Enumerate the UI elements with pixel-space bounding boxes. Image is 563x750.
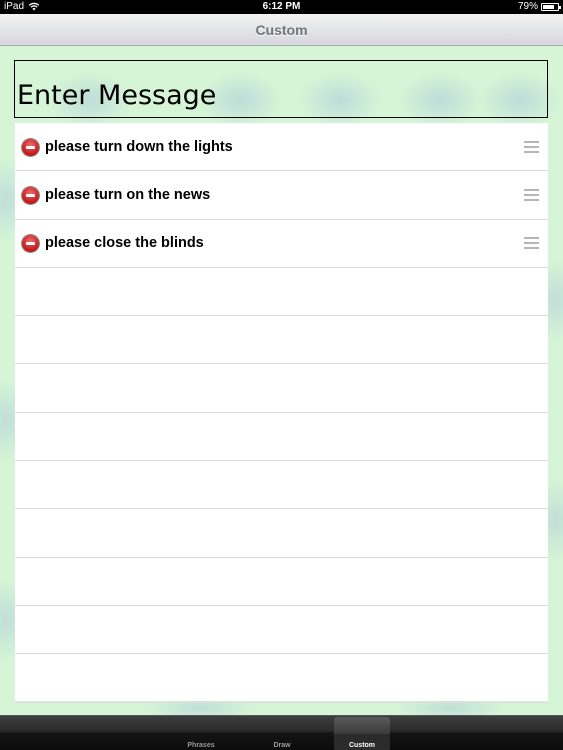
- phrase-row[interactable]: please turn on the news: [15, 171, 548, 220]
- reorder-handle-icon[interactable]: [524, 237, 539, 250]
- status-right: 79%: [517, 1, 561, 12]
- phrase-row[interactable]: please turn down the lights: [15, 123, 548, 172]
- empty-row: [15, 316, 548, 365]
- reorder-handle-icon[interactable]: [524, 188, 539, 201]
- tab-phrases[interactable]: Phrases: [173, 717, 229, 750]
- phrase-label: please turn down the lights: [45, 138, 233, 155]
- phrase-label: please turn on the news: [45, 186, 211, 203]
- empty-row: [15, 509, 548, 558]
- battery-fill: [543, 4, 555, 9]
- phrase-table: please turn down the lights please turn o…: [15, 123, 548, 703]
- reorder-handle-icon[interactable]: [524, 140, 539, 153]
- status-bar: iPad 6:12 PM 79%: [0, 0, 563, 14]
- delete-icon[interactable]: [22, 138, 39, 156]
- page-title: Custom: [255, 21, 308, 38]
- tab-custom[interactable]: Custom: [334, 717, 390, 750]
- empty-row: [15, 558, 548, 606]
- battery-percent: 79%: [517, 1, 538, 12]
- battery-icon: [541, 2, 561, 11]
- phrase-label: please close the blinds: [45, 235, 204, 252]
- empty-row: [15, 606, 548, 655]
- empty-row: [15, 268, 548, 317]
- empty-row: [15, 654, 548, 703]
- phrase-row[interactable]: please close the blinds: [15, 220, 548, 268]
- empty-row: [15, 364, 548, 413]
- tab-draw[interactable]: Draw: [254, 717, 310, 750]
- delete-icon[interactable]: [22, 186, 39, 204]
- navigation-bar: Custom: [0, 14, 563, 46]
- status-time: 6:12 PM: [262, 1, 301, 12]
- empty-row: [15, 461, 548, 510]
- tab-bar: Phrases Draw Custom: [0, 715, 563, 750]
- message-input[interactable]: [14, 60, 548, 118]
- empty-row: [15, 413, 548, 462]
- delete-icon[interactable]: [22, 235, 39, 253]
